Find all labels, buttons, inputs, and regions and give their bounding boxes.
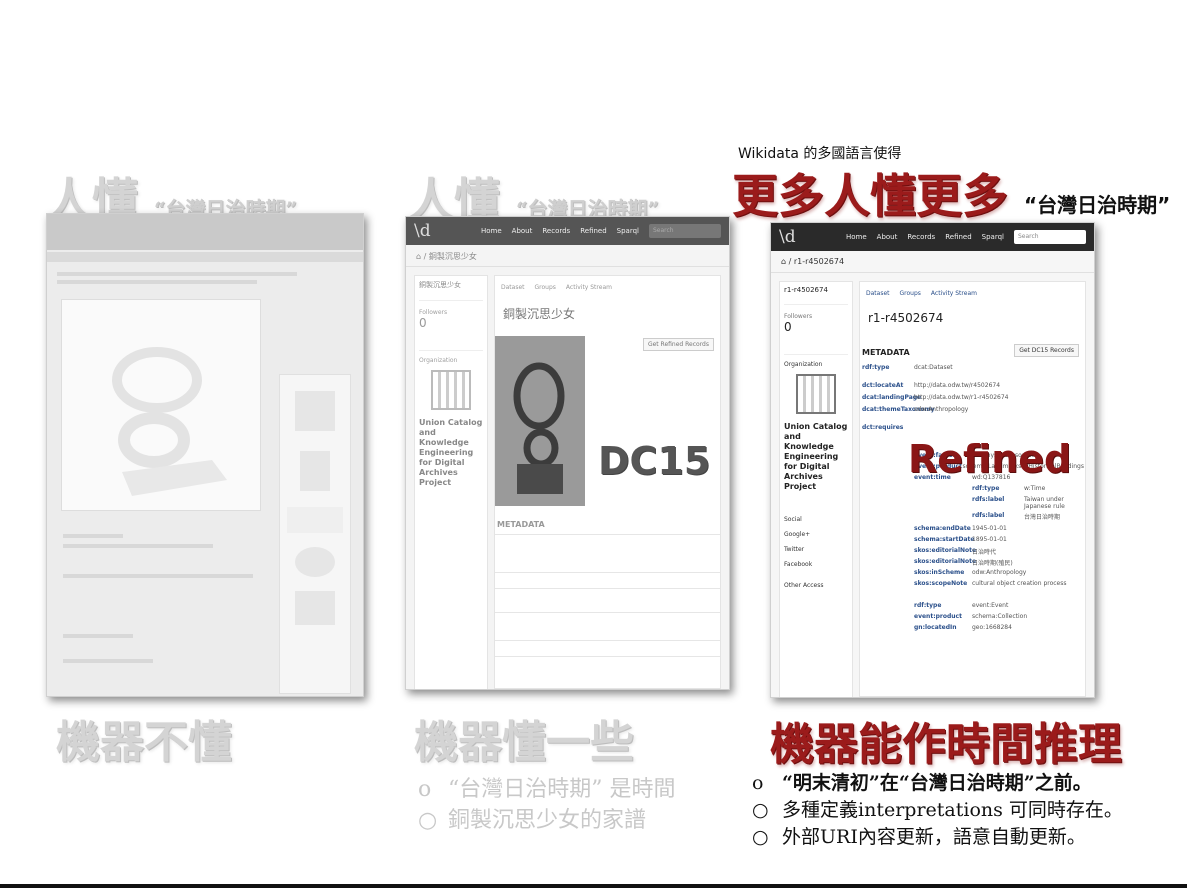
- list-item: ○ 外部URI內容更新，語意自動更新。: [752, 826, 1086, 848]
- shot3-breadcrumb: ⌂ / r1-r4502674: [771, 251, 1094, 273]
- shot1-topbar: [47, 214, 363, 250]
- home-icon[interactable]: ⌂: [781, 257, 786, 266]
- table-row: event:product schema:Collection: [914, 613, 1028, 620]
- shot2-nav-sparql[interactable]: Sparql: [617, 227, 639, 235]
- col3-heading-main: 更多人懂更多: [732, 169, 1008, 223]
- home-icon[interactable]: ⌂: [416, 252, 421, 261]
- shot2-breadcrumb: ⌂ / 銅製沉思少女: [406, 245, 729, 267]
- list-item: o “明末清初”在“台灣日治時期”之前。: [752, 772, 1092, 794]
- shot2-tab-activity[interactable]: Activity Stream: [566, 284, 612, 291]
- table-row: skos:scopeNote cultural object creation p…: [914, 580, 1067, 587]
- shot2-navbar: \d Home About Records Refined Sparql Sea…: [406, 217, 729, 245]
- shot3-sidebar: r1-r4502674 Followers 0 Organization Uni…: [779, 281, 853, 697]
- shot2-nav-records[interactable]: Records: [542, 227, 570, 235]
- col2-footer: 機器懂一些: [414, 717, 634, 768]
- list-item: o “台灣日治時期” 是時間: [418, 777, 676, 802]
- shot2-org-name[interactable]: Union Catalog and Knowledge Engineering …: [419, 418, 483, 488]
- table-row: dcat:themeTaxonomy odw:Anthropology: [862, 406, 969, 413]
- shot2-followers-label: Followers: [419, 309, 448, 316]
- shot3-record-title: r1-r4502674: [868, 311, 944, 325]
- shot1-sidebar: [279, 374, 351, 694]
- refined-overlay-label: Refined: [908, 437, 1072, 481]
- shot3-nav-refined[interactable]: Refined: [945, 233, 971, 241]
- table-row: dcat:landingPage http://data.odw.tw/r1-r4…: [862, 394, 1009, 401]
- col3-footer: 機器能作時間推理: [770, 719, 1122, 770]
- shot3-org-name[interactable]: Union Catalog and Knowledge Engineering …: [784, 422, 848, 492]
- table-row: dct:locateAt http://data.odw.tw/r4502674: [862, 382, 1001, 389]
- shot3-twitter[interactable]: Twitter: [784, 546, 848, 553]
- list-item: ○ 多種定義interpretations 可同時存在。: [752, 799, 1123, 821]
- shot3-main: Dataset Groups Activity Stream r1-r45026…: [859, 281, 1086, 697]
- shot2-sidebar-title: 銅製沉思少女: [419, 280, 483, 301]
- shot3-metadata-table: rdf:type dcat:Dataset dct:locateAt http://…: [862, 364, 1084, 635]
- shot2-nav-refined[interactable]: Refined: [580, 227, 606, 235]
- get-refined-records-button[interactable]: Get Refined Records: [642, 338, 714, 351]
- table-row: rdfs:label 台灣日治時期: [972, 512, 1061, 521]
- shot1-subbar: [47, 252, 363, 262]
- shot3-google[interactable]: Google+: [784, 531, 848, 538]
- shot2-logo[interactable]: \d: [414, 221, 431, 241]
- shot3-sidebar-title: r1-r4502674: [784, 286, 848, 305]
- shot3-nav-home[interactable]: Home: [846, 233, 867, 241]
- table-row: rdf:type event:Event: [914, 602, 1009, 609]
- get-dc15-records-button[interactable]: Get DC15 Records: [1014, 344, 1079, 357]
- list-item: ○ 銅製沉思少女的家譜: [418, 808, 647, 833]
- shot2-tab-groups[interactable]: Groups: [535, 284, 556, 291]
- shot2-org-label: Organization: [419, 350, 483, 364]
- shot3-social: Social: [784, 516, 802, 523]
- screenshot-original: [46, 213, 364, 697]
- shot3-navbar: \d Home About Records Refined Sparql Sea…: [771, 223, 1094, 251]
- table-row: schema:startDate 1895-01-01: [914, 536, 1007, 543]
- col2-bullets: o “台灣日治時期” 是時間 ○ 銅製沉思少女的家譜: [418, 774, 676, 836]
- col3-bullets: o “明末清初”在“台灣日治時期”之前。 ○ 多種定義interpretations…: [752, 770, 1123, 851]
- shot2-tabs: Dataset Groups Activity Stream: [495, 276, 720, 299]
- shot3-other-access: Other Access: [784, 582, 824, 589]
- shot1-photo-card: [61, 299, 261, 511]
- shot3-nav-records[interactable]: Records: [907, 233, 935, 241]
- building-icon: [431, 370, 471, 410]
- shot2-tab-dataset[interactable]: Dataset: [501, 284, 525, 291]
- sculpture-image: [112, 347, 227, 496]
- bottom-divider: [0, 884, 1187, 888]
- shot3-org-label: Organization: [784, 354, 848, 368]
- shot3-nav-sparql[interactable]: Sparql: [982, 233, 1004, 241]
- table-row: schema:endDate 1945-01-01: [914, 525, 1007, 532]
- table-row: skos:inScheme odw:Anthropology: [914, 569, 1027, 576]
- shot2-followers-value: 0: [419, 316, 427, 330]
- table-row: gn:locatedIn geo:1668284: [914, 624, 1012, 631]
- col3-heading: 更多人懂更多 “台灣日治時期”: [732, 160, 1170, 226]
- table-row: skos:editorialNote 日治時期(殖民): [914, 558, 1013, 567]
- col1-footer: 機器不懂: [56, 717, 232, 768]
- shot3-facebook[interactable]: Facebook: [784, 561, 848, 568]
- table-row: skos:editorialNote 日治時代: [914, 547, 997, 556]
- shot3-tab-activity[interactable]: Activity Stream: [931, 290, 977, 297]
- shot3-search-input[interactable]: Search: [1014, 230, 1086, 244]
- shot2-record-title: 銅製沉思少女: [503, 307, 576, 321]
- shot2-nav-about[interactable]: About: [512, 227, 533, 235]
- table-row: rdf:type w:Time: [972, 485, 1046, 492]
- shot3-logo[interactable]: \d: [779, 227, 796, 247]
- dc15-overlay-label: DC15: [598, 439, 711, 483]
- shot2-nav-home[interactable]: Home: [481, 227, 502, 235]
- shot2-search-input[interactable]: Search: [649, 224, 721, 238]
- shot3-tabs: Dataset Groups Activity Stream: [860, 282, 1085, 305]
- table-row: rdfs:label Taiwan under Japanese rule: [972, 496, 1065, 510]
- shot2-sidebar: 銅製沉思少女 Followers 0 Organization Union Ca…: [414, 275, 488, 689]
- shot3-nav-about[interactable]: About: [877, 233, 898, 241]
- sculpture-image: [513, 362, 565, 494]
- col3-heading-quote: “台灣日治時期”: [1024, 193, 1171, 217]
- shot3-tab-dataset[interactable]: Dataset: [866, 290, 890, 297]
- shot2-metadata-label: METADATA: [497, 520, 545, 529]
- shot3-followers-value: 0: [784, 320, 792, 334]
- building-icon: [796, 374, 836, 414]
- shot3-followers-label: Followers: [784, 313, 813, 320]
- shot3-metadata-label: METADATA: [862, 348, 910, 357]
- sculpture-photo: [495, 336, 585, 506]
- table-row: rdf:type dcat:Dataset: [862, 364, 953, 371]
- shot3-tab-groups[interactable]: Groups: [900, 290, 921, 297]
